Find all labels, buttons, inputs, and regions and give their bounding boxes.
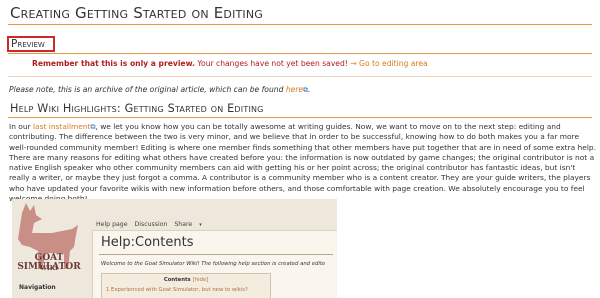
toc-title: Contents [hide] [163,277,209,283]
section-divider [8,117,592,118]
chevron-down-icon: ▾ [199,222,202,228]
embedded-screenshot: GOAT SIMULATOR WIKI Navigation Help page… [12,199,337,298]
embedded-title: Help:Contents [101,235,194,250]
archive-here-link[interactable]: here [286,85,303,94]
embedded-tabs: Help page Discussion Share ▾ [96,221,212,228]
embedded-welcome: Welcome to the Goat Simulator Wiki! The … [101,261,326,267]
preview-warning-text: Your changes have not yet been saved! [197,59,348,68]
tab-discussion: Discussion [134,221,168,228]
embedded-title-divider [99,254,333,255]
last-installment-link[interactable]: last installment [33,122,91,131]
toc-item: 1 Experienced with Goat Simulator, but n… [106,287,248,293]
embedded-toc: Contents [hide] 1 Experienced with Goat … [101,273,271,298]
preview-strong-text: Remember that this is only a preview. [32,59,195,68]
para-rest: , we let you know how you can be totally… [9,122,596,203]
preview-notice: Remember that this is only a preview. Yo… [32,59,428,68]
navigation-label: Navigation [19,284,56,291]
go-to-editing-link[interactable]: → Go to editing area [350,59,427,68]
preview-heading: Preview [7,36,55,52]
tab-help-page: Help page [96,221,128,228]
archive-text: Please note, this is an archive of the o… [9,85,284,94]
preview-divider [8,53,592,54]
toc-hide-link: [hide] [192,277,209,283]
archive-note: Please note, this is an archive of the o… [9,85,311,94]
body-paragraph: In our last installment⧉, we let you kno… [9,122,597,204]
page-title: Creating Getting Started on Editing [10,4,264,22]
para-prefix: In our [9,122,33,131]
section-heading: Help Wiki Highlights: Getting Started on… [10,102,264,115]
tab-share: Share ▾ [174,221,202,228]
logo-subtext: WIKI [40,265,58,272]
notice-divider [8,76,592,77]
embedded-content: Help:Contents Welcome to the Goat Simula… [92,230,337,298]
title-divider [8,24,592,25]
